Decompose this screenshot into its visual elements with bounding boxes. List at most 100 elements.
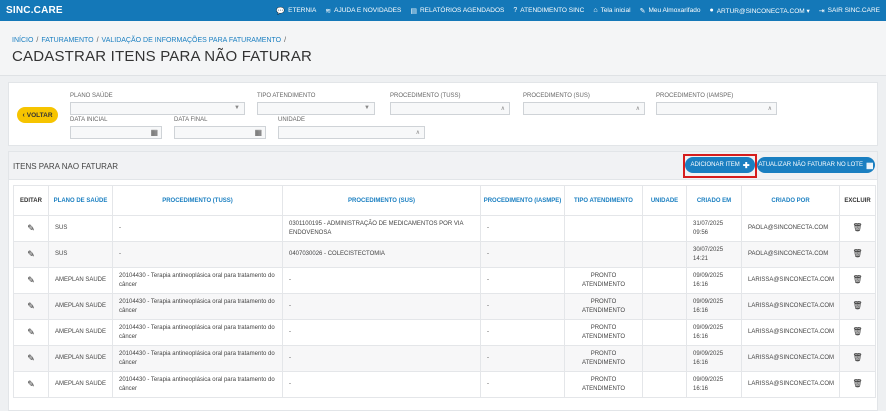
- nav-item-almoxarifado[interactable]: ✎ Meu Almoxarifado: [640, 7, 701, 15]
- col-header-criado-por[interactable]: CRIADO POR: [741, 185, 840, 216]
- data-inicial-input[interactable]: ▦: [70, 126, 162, 139]
- nav-item-logout[interactable]: ⇥ SAIR SINC.CARE: [819, 7, 880, 15]
- unidade-select[interactable]: ∧: [278, 126, 425, 139]
- cell-iamspe: -: [480, 345, 565, 372]
- cell-iamspe: -: [480, 241, 565, 268]
- back-button[interactable]: ‹ VOLTAR: [17, 107, 58, 123]
- top-navbar: SINC.CARE 💬 ETERNIA ≋ AJUDA E NOVIDADES ▤ R…: [0, 0, 886, 21]
- cell-iamspe: -: [480, 293, 565, 320]
- plano-saude-filter: PLANO SAÚDE ▼: [70, 93, 245, 115]
- col-header-sus[interactable]: PROCEDIMENTO (SUS): [282, 185, 481, 216]
- pencil-icon[interactable]: ✎: [13, 345, 49, 372]
- cell-tuss: 20104430 - Terapia antineoplásica oral p…: [112, 267, 283, 294]
- data-final-input[interactable]: ▦: [174, 126, 266, 139]
- brand-logo[interactable]: SINC.CARE: [0, 5, 63, 16]
- trash-icon[interactable]: 🗑: [839, 345, 876, 372]
- plano-saude-label: PLANO SAÚDE: [70, 93, 113, 99]
- table-row: ✎ SUS - 0301100195 - ADMINISTRAÇÃO DE ME…: [13, 215, 876, 242]
- breadcrumb-validacao[interactable]: VALIDAÇÃO DE INFORMAÇÕES PARA FATURAMENT…: [102, 37, 282, 44]
- cell-iamspe: -: [480, 215, 565, 242]
- cell-iamspe: -: [480, 319, 565, 346]
- cell-sus: -: [282, 293, 481, 320]
- col-header-plano[interactable]: PLANO DE SAÚDE: [48, 185, 113, 216]
- tipo-atendimento-filter: TIPO ATENDIMENTO ▼: [257, 93, 375, 115]
- update-batch-label: ATUALIZAR NÃO FATURAR NO LOTE: [758, 162, 863, 168]
- nav-label: Meu Almoxarifado: [648, 7, 701, 14]
- cell-unidade: [642, 215, 687, 242]
- cell-plano: SUS: [48, 241, 113, 268]
- cell-criado-por: LARISSA@SINCONECTA.COM: [741, 345, 840, 372]
- trash-icon[interactable]: 🗑: [839, 371, 876, 398]
- table-row: ✎ AMEPLAN SAUDE 20104430 - Terapia antin…: [13, 319, 876, 346]
- cell-plano: AMEPLAN SAUDE: [48, 345, 113, 372]
- items-table: EDITAR PLANO DE SAÚDE PROCEDIMENTO (TUSS…: [13, 185, 876, 398]
- top-nav-menu: 💬 ETERNIA ≋ AJUDA E NOVIDADES ▤ RELATÓRIOS …: [267, 7, 886, 15]
- procedimento-sus-select[interactable]: ∧: [523, 102, 645, 115]
- pencil-icon[interactable]: ✎: [13, 215, 49, 242]
- pencil-icon[interactable]: ✎: [13, 267, 49, 294]
- chevron-up-icon: ∧: [635, 106, 640, 112]
- data-final-filter: DATA FINAL ▦: [174, 117, 266, 139]
- trash-icon[interactable]: 🗑: [839, 215, 876, 242]
- procedimento-tuss-filter: PROCEDIMENTO (TUSS) ∧: [390, 93, 510, 115]
- update-batch-button[interactable]: ATUALIZAR NÃO FATURAR NO LOTE ▦: [757, 157, 875, 173]
- col-header-tuss[interactable]: PROCEDIMENTO (TUSS): [112, 185, 283, 216]
- calendar-icon: ▤: [410, 7, 417, 15]
- calendar-icon[interactable]: ▦: [254, 128, 262, 137]
- breadcrumb-inicio[interactable]: INÍCIO: [12, 37, 33, 44]
- nav-item-eternia[interactable]: 💬 ETERNIA: [276, 7, 316, 15]
- cell-criado-por: PAOLA@SINCONECTA.COM: [741, 215, 840, 242]
- col-header-criado-em[interactable]: CRIADO EM: [686, 185, 742, 216]
- cell-unidade: [642, 293, 687, 320]
- procedimento-tuss-select[interactable]: ∧: [390, 102, 510, 115]
- cell-criado-em: 31/07/2025 09:56: [686, 215, 742, 242]
- cell-tuss: 20104430 - Terapia antineoplásica oral p…: [112, 293, 283, 320]
- nav-item-user-menu[interactable]: ● ARTUR@SINCONECTA.COM ▾: [709, 7, 809, 15]
- help-icon: ?: [513, 7, 518, 14]
- cell-sus: 0301100195 - ADMINISTRAÇÃO DE MEDICAMENT…: [282, 215, 481, 242]
- col-header-tipo[interactable]: TIPO ATENDIMENTO: [564, 185, 643, 216]
- trash-icon[interactable]: 🗑: [839, 267, 876, 294]
- plano-saude-select[interactable]: ▼: [70, 102, 245, 115]
- nav-label: AJUDA E NOVIDADES: [334, 7, 402, 14]
- col-header-iamspe[interactable]: PROCEDIMENTO (IASMPE): [480, 185, 565, 216]
- nav-item-relatorios[interactable]: ▤ RELATÓRIOS AGENDADOS: [410, 7, 504, 15]
- col-header-unidade[interactable]: UNIDADE: [642, 185, 687, 216]
- pencil-icon[interactable]: ✎: [13, 371, 49, 398]
- cell-plano: AMEPLAN SAUDE: [48, 267, 113, 294]
- breadcrumb-faturamento[interactable]: FATURAMENTO: [41, 37, 93, 44]
- cell-tipo: [564, 215, 643, 242]
- nav-item-tela-inicial[interactable]: ⌂ Tela inicial: [593, 7, 630, 14]
- cell-plano: SUS: [48, 215, 113, 242]
- page-header: INÍCIO / FATURAMENTO / VALIDAÇÃO DE INFORMAÇ…: [0, 21, 886, 76]
- procedimento-iamspe-filter: PROCEDIMENTO (IAMSPE) ∧: [656, 93, 777, 115]
- pencil-icon[interactable]: ✎: [13, 293, 49, 320]
- cell-tuss: 20104430 - Terapia antineoplásica oral p…: [112, 319, 283, 346]
- tipo-atendimento-select[interactable]: ▼: [257, 102, 375, 115]
- trash-icon[interactable]: 🗑: [839, 293, 876, 320]
- trash-icon[interactable]: 🗑: [839, 319, 876, 346]
- chevron-left-icon: ‹: [22, 111, 25, 119]
- nav-label: SAIR SINC.CARE: [827, 7, 880, 14]
- table-header-row: EDITAR PLANO DE SAÚDE PROCEDIMENTO (TUSS…: [13, 185, 876, 216]
- cell-criado-em: 09/09/2025 16:16: [686, 293, 742, 320]
- cell-tipo: PRONTO ATENDIMENTO: [564, 371, 643, 398]
- pencil-icon[interactable]: ✎: [13, 319, 49, 346]
- pencil-icon[interactable]: ✎: [13, 241, 49, 268]
- cell-iamspe: -: [480, 371, 565, 398]
- procedimento-sus-filter: PROCEDIMENTO (SUS) ∧: [523, 93, 645, 115]
- add-item-button[interactable]: ADICIONAR ITEM ✚: [685, 157, 755, 173]
- table-row: ✎ AMEPLAN SAUDE 20104430 - Terapia antin…: [13, 371, 876, 398]
- cell-criado-em: 09/09/2025 16:16: [686, 371, 742, 398]
- trash-icon[interactable]: 🗑: [839, 241, 876, 268]
- breadcrumb-separator: /: [36, 37, 39, 44]
- filter-panel: ‹ VOLTAR PLANO SAÚDE ▼ TIPO ATENDIMENTO ▼…: [8, 82, 878, 146]
- cell-iamspe: -: [480, 267, 565, 294]
- calendar-icon[interactable]: ▦: [150, 128, 158, 137]
- procedimento-iamspe-select[interactable]: ∧: [656, 102, 777, 115]
- chevron-down-icon: ▼: [364, 105, 370, 111]
- cell-criado-em: 09/09/2025 16:16: [686, 345, 742, 372]
- data-inicial-label: DATA INICIAL: [70, 117, 108, 123]
- nav-item-atendimento[interactable]: ? ATENDIMENTO SINC: [513, 7, 584, 14]
- nav-item-ajuda[interactable]: ≋ AJUDA E NOVIDADES: [325, 7, 401, 15]
